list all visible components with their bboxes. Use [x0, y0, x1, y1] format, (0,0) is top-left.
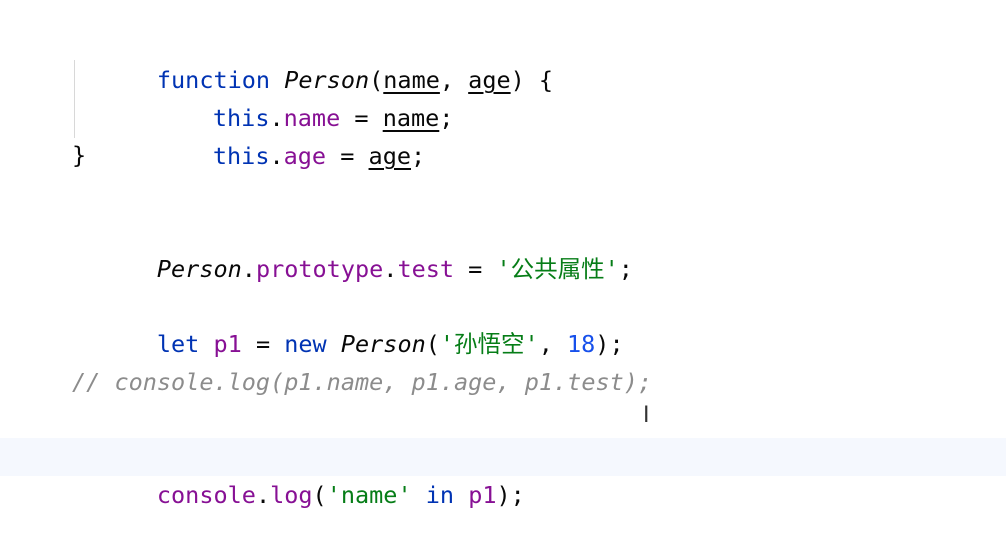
- brace-close: }: [72, 141, 87, 169]
- class-person: Person: [340, 330, 426, 358]
- semicolon: ;: [618, 255, 633, 283]
- equals: =: [241, 330, 285, 358]
- line-comment: // console.log(p1.name, p1.age, p1.test)…: [72, 368, 653, 396]
- comma: ,: [538, 330, 567, 358]
- keyword-in: in: [425, 481, 455, 509]
- text-cursor-icon: I: [643, 403, 650, 428]
- variable-p1: p1: [199, 330, 242, 358]
- method-log: log: [270, 481, 313, 509]
- code-line-7[interactable]: // console.log(p1.name, p1.age, p1.test)…: [0, 363, 1006, 401]
- property-test: test: [397, 255, 455, 283]
- paren-open: (: [312, 481, 327, 509]
- string-literal: '公共属性': [496, 255, 619, 283]
- code-line-6[interactable]: let p1 = new Person('孙悟空', 18);: [0, 287, 1006, 358]
- variable-p1: p1: [454, 481, 497, 509]
- dot: .: [255, 481, 271, 509]
- dot: .: [383, 255, 398, 283]
- code-line-3[interactable]: this.age = age;: [0, 99, 1006, 170]
- code-line-5[interactable]: Person.prototype.test = '公共属性';: [0, 212, 1006, 283]
- code-editor[interactable]: function Person(name, age) { this.name =…: [0, 0, 1006, 509]
- string-literal: '孙悟空': [439, 330, 539, 358]
- code-line-8-current[interactable]: console.log('name' in p1);: [0, 438, 1006, 509]
- code-line-2[interactable]: this.name = name;: [0, 61, 1006, 132]
- object-console: console: [156, 481, 256, 509]
- paren-close: );: [496, 481, 525, 509]
- dot: .: [241, 255, 256, 283]
- number-literal: 18: [567, 330, 596, 358]
- paren-close: );: [595, 330, 624, 358]
- keyword-let: let: [156, 330, 200, 358]
- keyword-new: new: [284, 330, 327, 358]
- equals: =: [454, 255, 497, 283]
- code-line-4[interactable]: }: [0, 136, 1006, 174]
- object-person: Person: [156, 255, 242, 283]
- code-line-1[interactable]: function Person(name, age) {: [0, 23, 1006, 94]
- property-prototype: prototype: [255, 255, 384, 283]
- string-literal: 'name': [326, 481, 412, 509]
- paren-open: (: [425, 330, 440, 358]
